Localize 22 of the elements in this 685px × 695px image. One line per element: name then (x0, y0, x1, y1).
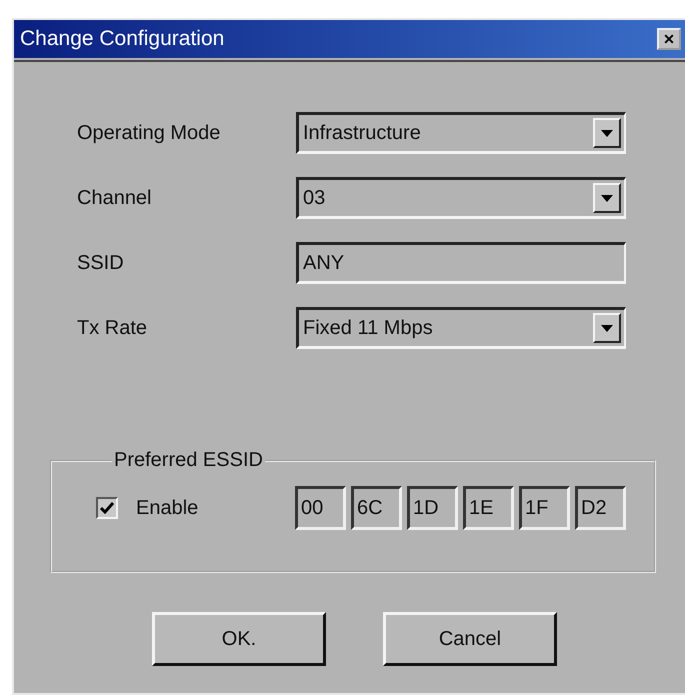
text-field[interactable]: ANY (296, 242, 626, 284)
dropdown-field[interactable]: 03 (296, 177, 626, 219)
ok-button[interactable]: OK. (152, 612, 326, 666)
enable-checkbox[interactable] (96, 497, 118, 519)
byte-field[interactable]: 1F (519, 486, 570, 530)
dropdown-field[interactable]: Infrastructure (296, 112, 626, 154)
byte-field[interactable]: D2 (575, 486, 626, 530)
dropdown-field[interactable]: Fixed 11 Mbps (296, 307, 626, 349)
window-title: Change Configuration (20, 27, 224, 51)
cancel-button[interactable]: Cancel (383, 612, 557, 666)
check-icon (100, 502, 114, 514)
field-label: SSID (76, 252, 125, 274)
checkbox-label: Enable (136, 496, 200, 520)
field-label: Tx Rate (76, 316, 148, 340)
group-title: Preferred ESSID (113, 449, 264, 472)
field-label: Operating Mode (76, 122, 222, 144)
byte-field[interactable]: 1D (407, 486, 458, 530)
byte-field[interactable]: 1E (463, 486, 514, 530)
field-label: Channel (76, 186, 153, 210)
byte-field[interactable]: 00 (295, 486, 346, 530)
close-button[interactable]: × (657, 28, 681, 50)
byte-field[interactable]: 6C (351, 486, 402, 530)
